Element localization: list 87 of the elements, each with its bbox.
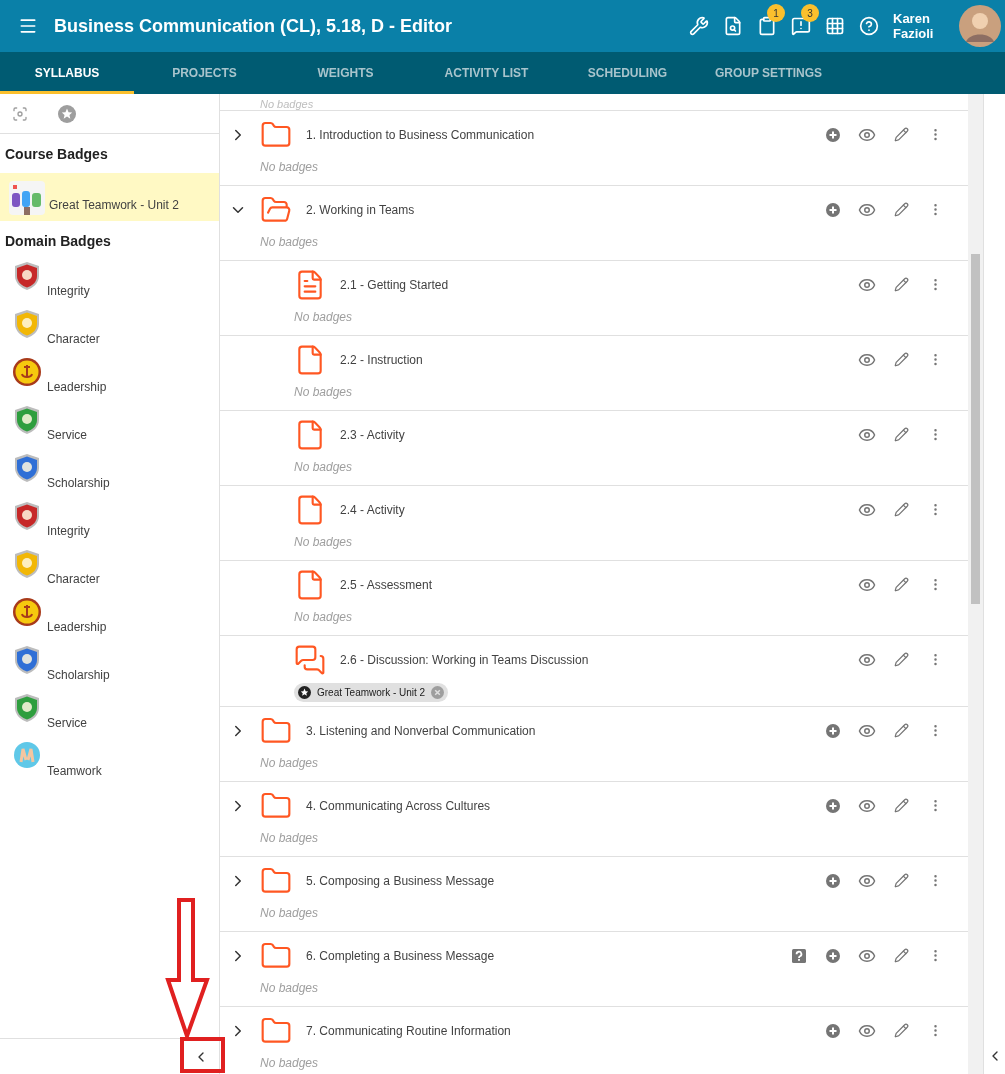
no-badges-note: No badges: [294, 309, 353, 326]
document-search-icon[interactable]: [723, 16, 743, 36]
add-icon[interactable]: [826, 1023, 840, 1038]
edit-icon[interactable]: [893, 127, 909, 142]
no-badges-note: No badges: [294, 459, 353, 476]
badge-name[interactable]: Integrity: [47, 282, 90, 300]
scrollbar[interactable]: [968, 94, 983, 1074]
nav-tab[interactable]: PROJECTS: [134, 52, 275, 94]
item-title[interactable]: 2.6 - Discussion: Working in Teams Discussion: [340, 650, 589, 669]
item-title[interactable]: 6. Completing a Business Message: [306, 946, 495, 965]
avatar-icon[interactable]: [959, 5, 1001, 47]
no-badges-note: No badges: [294, 534, 353, 551]
item-title[interactable]: 2.4 - Activity: [340, 500, 405, 519]
badge-name[interactable]: Character: [47, 570, 100, 588]
edit-icon[interactable]: [893, 577, 909, 592]
item-title[interactable]: 2.1 - Getting Started: [340, 275, 449, 294]
badge-name[interactable]: Teamwork: [47, 762, 102, 780]
nav-tab[interactable]: GROUP SETTINGS: [698, 52, 839, 94]
no-badges-note: No badges: [294, 609, 353, 626]
add-icon[interactable]: [826, 873, 840, 888]
nav-tab[interactable]: SYLLABUS: [0, 52, 134, 94]
chat-bubbles-icon: [294, 643, 326, 676]
edit-icon[interactable]: [893, 277, 909, 292]
window-title: Business Communication (CL), 5.18, D - Editor: [54, 14, 453, 38]
item-title[interactable]: 2.5 - Assessment: [340, 575, 433, 594]
no-badges-note: No badges: [260, 905, 319, 922]
add-icon[interactable]: [826, 948, 840, 963]
wrench-icon[interactable]: [689, 16, 709, 36]
item-title[interactable]: 2.2 - Instruction: [340, 350, 423, 369]
item-title[interactable]: 5. Composing a Business Message: [306, 871, 495, 890]
no-badges-note: No badges: [260, 830, 319, 847]
badge-name[interactable]: Leadership: [47, 378, 107, 396]
edit-icon[interactable]: [893, 948, 909, 963]
notification-count: 3: [801, 4, 819, 22]
edit-icon[interactable]: [893, 873, 909, 888]
badge-emblem-icon: [11, 596, 43, 628]
item-title[interactable]: 3. Listening and Nonverbal Communication: [306, 721, 536, 740]
focus-icon[interactable]: [12, 105, 28, 122]
edit-icon[interactable]: [893, 652, 909, 667]
no-badges-note: No badges: [260, 98, 314, 110]
apps-grid-icon[interactable]: [825, 16, 845, 36]
no-badges-note: No badges: [260, 755, 319, 772]
nav-tab[interactable]: WEIGHTS: [275, 52, 416, 94]
no-badges-note: No badges: [260, 234, 319, 251]
badge-name[interactable]: Character: [47, 330, 100, 348]
notification-count: 1: [767, 4, 785, 22]
help-icon[interactable]: [859, 16, 879, 36]
badge-chip[interactable]: Great Teamwork - Unit 2: [294, 682, 449, 702]
badge-name[interactable]: Leadership: [47, 618, 107, 636]
help-icon[interactable]: [792, 948, 806, 963]
edit-icon[interactable]: [893, 202, 909, 217]
add-icon[interactable]: [826, 202, 840, 217]
no-badges-note: No badges: [294, 384, 353, 401]
nav-tab[interactable]: ACTIVITY LIST: [416, 52, 557, 94]
edit-icon[interactable]: [893, 352, 909, 367]
menu-icon[interactable]: [18, 16, 38, 36]
edit-icon[interactable]: [893, 723, 909, 738]
edit-icon[interactable]: [893, 1023, 909, 1038]
item-title[interactable]: 4. Communicating Across Cultures: [306, 796, 491, 815]
item-title[interactable]: 2.3 - Activity: [340, 425, 405, 444]
star-icon: [298, 685, 311, 699]
highlight-frame: [180, 1037, 225, 1073]
badge-name[interactable]: Service: [47, 714, 87, 732]
badge-name[interactable]: Scholarship: [47, 474, 110, 492]
edit-icon[interactable]: [893, 502, 909, 517]
add-icon[interactable]: [826, 723, 840, 738]
no-badges-note: No badges: [260, 1055, 319, 1072]
section-heading: Domain Badges: [4, 232, 112, 251]
user-name[interactable]: Karen Fazioli: [893, 11, 945, 41]
no-badges-note: No badges: [260, 159, 319, 176]
item-title[interactable]: 1. Introduction to Business Communication: [306, 125, 535, 144]
nav-tab[interactable]: SCHEDULING: [557, 52, 698, 94]
message-alert-icon[interactable]: [791, 16, 811, 36]
edit-icon[interactable]: [893, 427, 909, 442]
badge-emblem-icon: [11, 356, 43, 388]
add-icon[interactable]: [826, 127, 840, 142]
item-title[interactable]: 7. Communicating Routine Information: [306, 1021, 511, 1040]
add-icon[interactable]: [826, 798, 840, 813]
badge-item[interactable]: Great Teamwork - Unit 2: [0, 173, 219, 221]
badge-name[interactable]: Scholarship: [47, 666, 110, 684]
section-heading: Course Badges: [4, 145, 109, 164]
clipboard-icon[interactable]: [757, 16, 777, 36]
edit-icon[interactable]: [893, 798, 909, 813]
badge-name[interactable]: Integrity: [47, 522, 90, 540]
badge-name[interactable]: Service: [47, 426, 87, 444]
item-title[interactable]: 2. Working in Teams: [306, 200, 415, 219]
no-badges-note: No badges: [260, 980, 319, 997]
